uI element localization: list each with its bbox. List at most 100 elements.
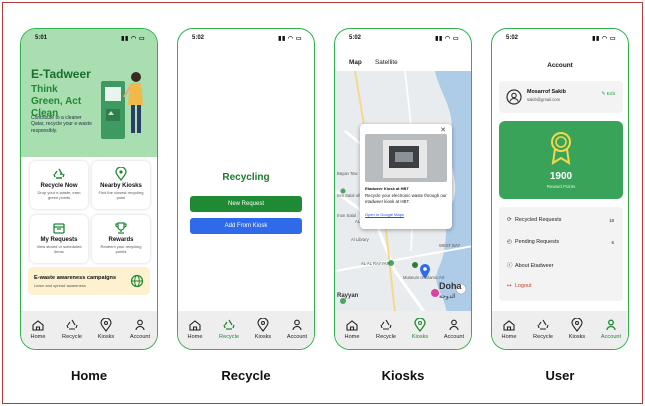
kiosk-info-popup: ✕ Etadweer Kiosk at HBT Recycle your ele… [360,124,452,229]
tab-account[interactable]: Account [125,318,155,349]
recycle-now-card[interactable]: Recycle Now Drop your e-waste, earn gree… [30,161,88,209]
status-icons: ▮▮ ◠ ▭ [121,36,145,42]
tab-home[interactable]: Home [337,318,367,349]
menu-pending-requests[interactable]: ◴ Pending Requests [507,239,559,245]
recycling-title: Recycling [222,172,270,183]
tab-kiosks[interactable]: Kiosks [562,318,592,349]
map-label: Rayyan [337,293,359,299]
tab-account[interactable]: Account [596,318,626,349]
status-time: 5:02 [349,35,362,41]
location-icon [257,318,269,332]
tab-kiosks[interactable]: Kiosks [405,318,435,349]
map-label: الدوحة [439,294,456,300]
tab-label: Home [501,334,517,340]
home-icon [346,320,358,331]
open-google-maps-link[interactable]: Open in Google Maps [365,212,404,217]
edit-label: Edit [606,92,615,97]
satellite-tab[interactable]: Satellite [375,59,398,66]
menu-recycled-requests[interactable]: ⟳ Recycled Requests [507,217,561,223]
recycle-icon [53,168,65,179]
caption-recycle: Recycle [221,368,271,383]
banner-subtitle: Learn and spread awareness [34,283,86,288]
tab-home[interactable]: Home [494,318,524,349]
tab-label: Account [443,334,465,340]
recycled-count: 18 [609,218,614,223]
tab-kiosks[interactable]: Kiosks [91,318,121,349]
home-phone: E-Tadweer Think Green, Act Clean Contrib… [20,28,158,350]
popup-description: Recycle your electronic waste through ou… [365,193,447,204]
menu-label: Logout [515,283,532,289]
tab-recycle[interactable]: Recycle [371,318,401,349]
menu-logout[interactable]: ↦ Logout [507,283,532,289]
home-icon [189,320,201,331]
menu-label: Recycled Requests [515,217,562,223]
tab-recycle[interactable]: Recycle [57,318,87,349]
close-icon[interactable]: ✕ [440,126,446,134]
nearby-kiosks-card[interactable]: Nearby Kiosks Find the closest recycling… [92,161,150,209]
edit-profile-button[interactable]: ✎ Edit [601,92,615,97]
globe-icon [130,274,144,288]
tab-label: Home [187,334,203,340]
menu-about[interactable]: ⓘ About Etadweer [507,261,553,269]
person-icon [292,319,302,331]
award-ribbon-icon [551,132,571,165]
map-label: Museum of Islamic Art [403,275,445,280]
tab-label: Recycle [533,334,553,340]
map-label: Doha [439,281,462,291]
tab-label: Recycle [62,334,82,340]
person-icon [135,319,145,331]
person-icon [449,319,459,331]
card-subtitle: Drop your e-waste, earn green points [37,190,81,200]
status-bar: 5:02 ▮▮ ◠ ▭ [178,35,314,45]
tab-label: Account [600,334,622,340]
my-requests-card[interactable]: My Requests View stored or scheduled ite… [30,215,88,263]
tab-label: Recycle [219,334,239,340]
trophy-icon [115,222,127,234]
home-icon [503,320,515,331]
info-icon: ⓘ [507,263,513,269]
kiosk-illustration [101,72,143,139]
app-brand: E-Tadweer [31,67,91,81]
recycle-icon [380,319,392,330]
tab-recycle[interactable]: Recycle [214,318,244,349]
new-request-button[interactable]: New Request [190,196,302,212]
map-tab[interactable]: Map [349,59,362,66]
map-label: WEST BAY [439,243,461,248]
caption-home: Home [70,368,108,383]
menu-label: About Etadweer [515,263,554,269]
map-label: rnon Salal [337,213,356,218]
card-subtitle: Redeem your recycling points [100,244,142,254]
profile-email: sakib@gmail.com [527,97,561,102]
tab-account[interactable]: Account [439,318,469,349]
rewards-card[interactable]: Rewards Redeem your recycling points [92,215,150,263]
status-icons: ▮▮ ◠ ▭ [592,36,616,42]
status-time: 5:01 [35,35,48,41]
tab-bar: Home Recycle Kiosks Account [21,311,157,349]
tab-recycle[interactable]: Recycle [528,318,558,349]
awareness-banner[interactable]: E-waste awareness campaigns Learn and sp… [28,267,150,295]
kiosk-photo [365,134,447,182]
tab-kiosks[interactable]: Kiosks [248,318,278,349]
tab-label: Kiosks [254,334,272,340]
card-title: My Requests [40,237,78,243]
add-from-kiosk-button[interactable]: Add From Kiosk [190,218,302,234]
banner-title: E-waste awareness campaigns [34,275,117,281]
home-description: Contribute to a cleaner Qatar, recycle y… [31,115,92,134]
location-icon [100,318,112,332]
tab-account[interactable]: Account [282,318,312,349]
tab-home[interactable]: Home [23,318,53,349]
pending-count: 6 [611,240,614,245]
caption-user: User [545,368,575,383]
tab-home[interactable]: Home [180,318,210,349]
card-subtitle: Find the closest recycling point [98,190,144,200]
home-hero: E-Tadweer Think Green, Act Clean Contrib… [21,29,157,157]
recycle-icon [537,319,549,330]
tab-label: Kiosks [97,334,115,340]
location-icon [571,318,583,332]
map-view[interactable]: Bayan Tow mm Salal ohammed rnon Salal Un… [335,71,471,313]
profile-card: Mosarrof Sakib sakib@gmail.com ✎ Edit [499,81,623,113]
tab-bar: Home Recycle Kiosks Account [335,311,471,349]
location-icon [414,318,426,332]
kiosks-phone: 5:02 ▮▮ ◠ ▭ Map Satellite Bayan Tow mm S… [334,28,472,350]
recycle-icon [223,319,235,330]
